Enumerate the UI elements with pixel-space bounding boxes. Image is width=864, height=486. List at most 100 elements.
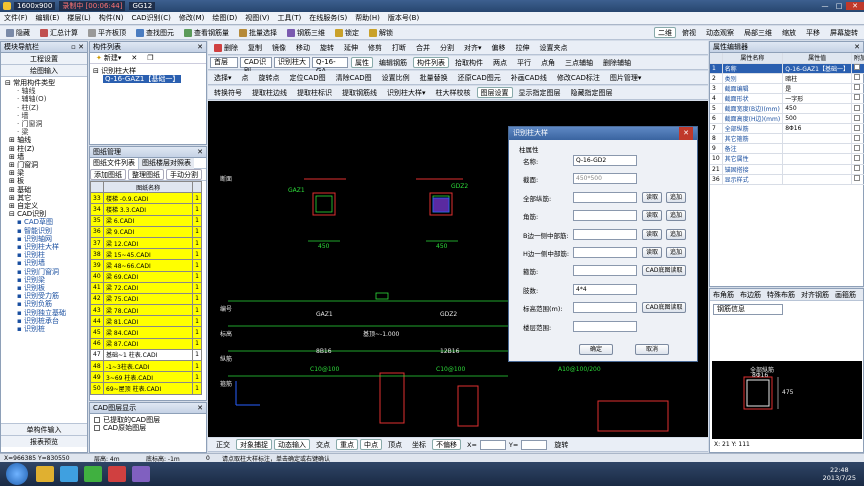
dialog-field-button[interactable]: 追加 [666, 247, 686, 258]
rotate-screen-button[interactable]: 屏幕旋转 [826, 27, 862, 38]
split-button[interactable]: 分割 [436, 42, 458, 53]
dialog-field-button[interactable]: 追加 [666, 191, 686, 203]
grip-button[interactable]: 设置夹点 [536, 42, 572, 53]
close-icon[interactable]: ✕ [854, 42, 860, 52]
dialog-field-input[interactable] [573, 302, 637, 314]
rebar-info-select[interactable]: 钢筋信息 [713, 304, 783, 315]
table-row[interactable]: 41 梁 72.CADI 1 [90, 281, 202, 294]
table-row[interactable]: 40 梁 69.CADI 1 [90, 270, 202, 283]
tab-corner-rebar[interactable]: 布角筋 [710, 290, 737, 300]
calc-button[interactable]: 汇总计算 [36, 27, 82, 38]
merge-button[interactable]: 合并 [412, 42, 434, 53]
dialog-field-input[interactable] [573, 320, 637, 332]
ortho-toggle[interactable]: 正交 [212, 439, 234, 450]
pick-component-button[interactable]: 拾取构件 [451, 57, 487, 68]
tree-node[interactable]: ▪ 识别墙 [3, 259, 85, 267]
attach-checkbox[interactable] [851, 174, 864, 185]
orbit-button[interactable]: 动态观察 [702, 27, 738, 38]
snap-intersection[interactable]: 交点 [312, 439, 334, 450]
attach-checkbox[interactable] [851, 123, 864, 135]
dialog-field-button[interactable]: 读取 [642, 210, 662, 222]
taskbar-app-icon[interactable] [108, 466, 126, 482]
dialog-field-input[interactable]: Q-16-GD2 [573, 155, 637, 166]
floor-select[interactable]: 首层 [210, 57, 238, 68]
two-points-button[interactable]: 两点 [489, 57, 511, 68]
attach-checkbox[interactable] [851, 153, 864, 165]
type-select[interactable]: 识别柱大 [274, 57, 310, 68]
tree-node[interactable]: ▪ 识别桩 [3, 325, 85, 333]
attach-checkbox[interactable] [851, 93, 864, 104]
dialog-field-button[interactable]: 追加 [666, 210, 686, 222]
tree-node[interactable]: ⊞ 柱(Z) [3, 145, 85, 153]
rotate-point-button[interactable]: 旋转点 [255, 72, 284, 83]
attach-checkbox[interactable] [851, 113, 864, 125]
recognize-column-detail-button[interactable]: 识别柱大样 ▾ [383, 87, 430, 98]
property-row[interactable]: 2 类别 暗柱 [710, 73, 864, 84]
dialog-field-button[interactable]: 读取 [642, 228, 662, 240]
modify-cad-label-button[interactable]: 修改CAD标注 [553, 72, 604, 83]
dialog-field-input[interactable]: 450*500 [573, 173, 637, 185]
table-row[interactable]: 48 -1~3柱表.CADI 1 [90, 359, 202, 373]
menu-cad[interactable]: CAD识别(C) [127, 12, 174, 25]
close-icon[interactable]: ✕ [197, 403, 203, 413]
property-row[interactable]: 1 名称 Q-16-GAZ1【基础一】 [710, 63, 864, 74]
component-root[interactable]: ⊟ 识别柱大样 [93, 67, 203, 75]
snap-coord[interactable]: 坐标 [408, 439, 430, 450]
object-snap-toggle[interactable]: 对象捕捉 [236, 439, 272, 450]
snap-vertex[interactable]: 顶点 [384, 439, 406, 450]
menu-version[interactable]: 版本号(B) [384, 12, 423, 25]
menu-component[interactable]: 构件(N) [95, 12, 128, 25]
tree-node[interactable]: · 门窗洞 [3, 120, 85, 128]
minimize-button[interactable]: — [818, 2, 832, 10]
hide-button[interactable]: 隐藏 [2, 27, 34, 38]
restore-cad-button[interactable]: 还原CAD图元 [454, 72, 505, 83]
image-mgmt-button[interactable]: 图片管理 ▾ [606, 72, 646, 83]
dialog-field-input[interactable] [573, 228, 637, 240]
tree-node[interactable]: ⊞ 板 [3, 177, 85, 185]
tree-node[interactable]: · 辅轴(O) [3, 95, 85, 103]
extract-rebar-line-button[interactable]: 提取钢筋线 [338, 87, 381, 98]
tab-align-rebar[interactable]: 对齐钢筋 [798, 290, 832, 300]
table-row[interactable]: 45 梁 84.CADI 1 [90, 326, 202, 339]
tree-node[interactable]: ▪ 识别桩承台 [3, 317, 85, 325]
tree-node[interactable]: · 墙 [3, 112, 85, 120]
mirror-button[interactable]: 镜像 [268, 42, 290, 53]
menu-online[interactable]: 在线服务(S) [305, 12, 351, 25]
delete-button[interactable]: 删除 [210, 42, 242, 53]
tree-node[interactable]: · 轴线 [3, 87, 85, 95]
tree-node[interactable]: ▪ 识别柱大样 [3, 243, 85, 251]
attach-checkbox[interactable] [851, 83, 864, 94]
tab-floor-map[interactable]: 图纸楼层对照表 [139, 157, 194, 169]
tree-node[interactable]: · 柱(Z) [3, 104, 85, 112]
check-column-detail-button[interactable]: 柱大样校核 [432, 87, 475, 98]
tray-clock[interactable]: 22:48 2013/7/25 [823, 466, 856, 482]
report-preview-button[interactable]: 报表预览 [1, 435, 87, 447]
tree-node[interactable]: ▪ 识别独立基础 [3, 309, 85, 317]
property-row[interactable]: 4 截面形状 一字形 [710, 93, 864, 104]
tree-node[interactable]: ▪ 识别受力筋 [3, 292, 85, 300]
tree-node[interactable]: ▪ 识别柱 [3, 251, 85, 259]
attach-checkbox[interactable] [851, 103, 864, 115]
trim-button[interactable]: 修剪 [364, 42, 386, 53]
layer-original-checkbox[interactable]: CAD原始图层 [94, 424, 202, 432]
offset-select[interactable]: 不偏移 [432, 439, 461, 450]
menu-file[interactable]: 文件(F) [0, 12, 32, 25]
attach-checkbox[interactable] [851, 143, 864, 155]
view-rebar-button[interactable]: 查看钢筋量 [180, 27, 233, 38]
tree-node[interactable]: ▪ 识别负筋 [3, 300, 85, 308]
lock-button[interactable]: 锁定 [331, 27, 363, 38]
zoom-button[interactable]: 缩放 [778, 27, 800, 38]
hide-layer-button[interactable]: 隐藏指定图层 [567, 87, 617, 98]
tree-node[interactable]: ▪ 识别梁 [3, 276, 85, 284]
close-icon[interactable]: ✕ [197, 147, 203, 157]
dialog-field-button[interactable]: 读取 [642, 191, 662, 203]
copy-component-button[interactable]: ❐ [143, 53, 157, 64]
dialog-cancel-button[interactable]: 取消 [635, 344, 669, 355]
property-row[interactable]: 9 备注 [710, 143, 864, 155]
tab-drawing-files[interactable]: 图纸文件列表 [90, 157, 139, 169]
close-button[interactable]: ✕ [846, 2, 864, 10]
taskbar-app-icon[interactable] [84, 466, 102, 482]
dialog-field-button[interactable]: CAD底图读取 [642, 265, 686, 277]
menu-draw[interactable]: 绘图(D) [208, 12, 241, 25]
attach-checkbox[interactable] [851, 63, 864, 74]
